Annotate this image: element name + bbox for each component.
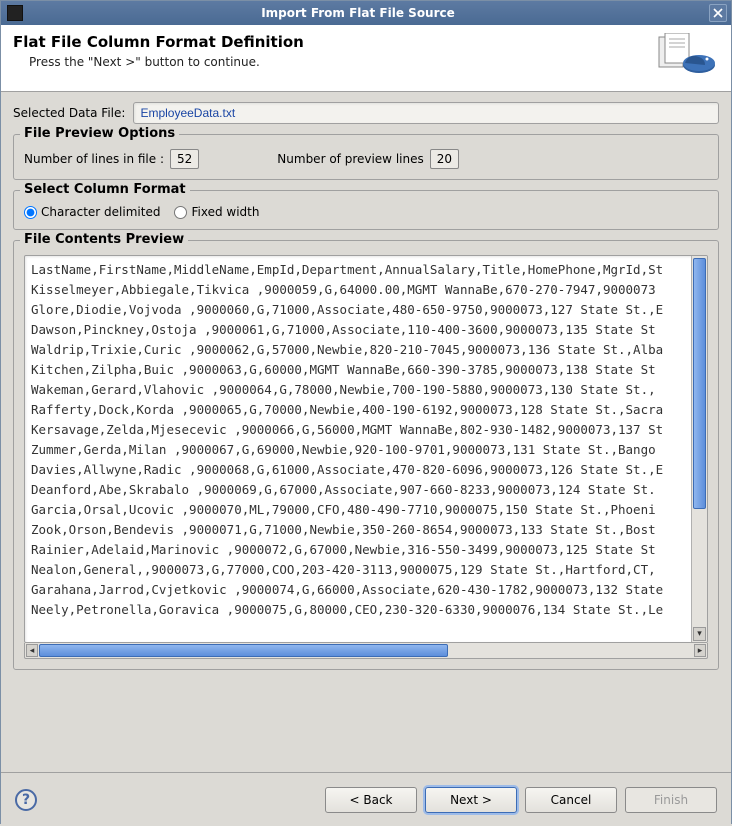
close-icon[interactable] [709, 4, 727, 22]
file-preview-options-legend: File Preview Options [20, 126, 179, 141]
vertical-scrollbar[interactable]: ▾ [691, 256, 707, 642]
scroll-down-icon[interactable]: ▾ [693, 627, 706, 641]
app-icon [7, 5, 23, 21]
selected-file-label: Selected Data File: [13, 106, 125, 120]
radio-character-delimited-label: Character delimited [41, 205, 160, 219]
help-icon[interactable]: ? [15, 789, 37, 811]
wizard-icon [655, 33, 719, 81]
horizontal-scrollbar[interactable]: ◂ ▸ [24, 643, 708, 659]
titlebar: Import From Flat File Source [1, 1, 731, 25]
select-column-format-legend: Select Column Format [20, 182, 190, 197]
cancel-button[interactable]: Cancel [525, 787, 617, 813]
file-contents-preview-group: File Contents Preview LastName,FirstName… [13, 240, 719, 670]
horizontal-scrollbar-thumb[interactable] [39, 644, 448, 657]
radio-character-delimited-input[interactable] [24, 206, 37, 219]
page-title: Flat File Column Format Definition [13, 33, 655, 51]
selected-file-row: Selected Data File: [13, 102, 719, 124]
select-column-format-group: Select Column Format Character delimited… [13, 190, 719, 230]
window-title: Import From Flat File Source [29, 6, 731, 20]
back-button[interactable]: < Back [325, 787, 417, 813]
file-preview-text[interactable]: LastName,FirstName,MiddleName,EmpId,Depa… [25, 256, 691, 642]
selected-file-field[interactable] [133, 102, 719, 124]
vertical-scrollbar-thumb[interactable] [693, 258, 706, 509]
next-button[interactable]: Next > [425, 787, 517, 813]
scroll-left-icon[interactable]: ◂ [26, 644, 38, 657]
radio-character-delimited[interactable]: Character delimited [24, 205, 160, 219]
scroll-right-icon[interactable]: ▸ [694, 644, 706, 657]
radio-fixed-width-label: Fixed width [191, 205, 259, 219]
file-preview-options-group: File Preview Options Number of lines in … [13, 134, 719, 180]
finish-button: Finish [625, 787, 717, 813]
wizard-footer: ? < Back Next > Cancel Finish [1, 772, 731, 826]
lines-in-file-value: 52 [170, 149, 199, 169]
preview-lines-label: Number of preview lines [277, 152, 423, 166]
file-contents-preview-legend: File Contents Preview [20, 232, 188, 247]
wizard-header: Flat File Column Format Definition Press… [1, 25, 731, 92]
lines-in-file-label: Number of lines in file : [24, 152, 164, 166]
page-subtitle: Press the "Next >" button to continue. [13, 55, 655, 69]
radio-fixed-width-input[interactable] [174, 206, 187, 219]
radio-fixed-width[interactable]: Fixed width [174, 205, 259, 219]
preview-lines-value[interactable]: 20 [430, 149, 459, 169]
